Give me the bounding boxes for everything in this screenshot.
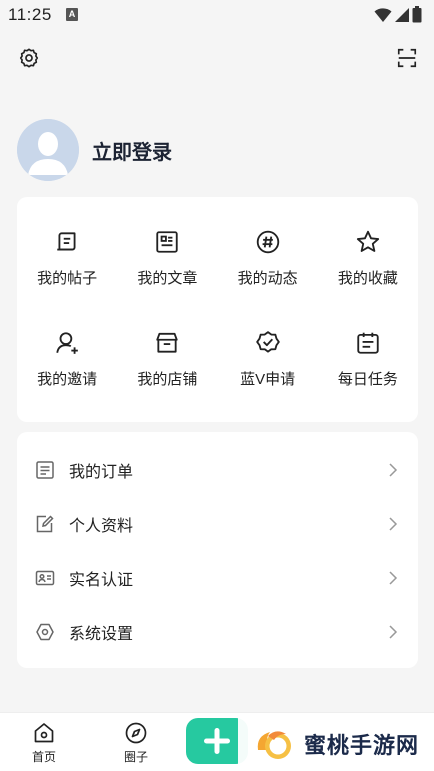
chevron-right-icon bbox=[389, 625, 398, 639]
chevron-right-icon bbox=[389, 571, 398, 585]
plus-icon bbox=[204, 728, 230, 754]
settings-gear-button[interactable] bbox=[16, 45, 42, 71]
nav-home-label: 首页 bbox=[32, 750, 57, 764]
peach-logo-icon bbox=[257, 730, 291, 759]
grid-label: 蓝V申请 bbox=[240, 371, 296, 388]
login-label[interactable]: 立即登录 bbox=[92, 136, 172, 165]
grid-item-my-posts[interactable]: 我的帖子 bbox=[17, 229, 117, 330]
wifi-icon bbox=[374, 7, 392, 22]
gear-icon bbox=[19, 48, 39, 68]
article-icon bbox=[156, 231, 179, 253]
scan-icon bbox=[397, 48, 417, 68]
post-icon bbox=[57, 232, 76, 251]
status-bar: 11:25 A bbox=[0, 0, 434, 30]
list-label: 个人资料 bbox=[69, 518, 134, 535]
star-icon bbox=[356, 230, 379, 252]
list-item-my-orders[interactable]: 我的订单 bbox=[17, 443, 418, 497]
hashtag-icon bbox=[256, 230, 279, 254]
watermark: 蜜桃手游网 bbox=[238, 716, 434, 771]
scan-button[interactable] bbox=[394, 45, 420, 71]
watermark-text: 蜜桃手游网 bbox=[304, 732, 420, 758]
login-profile[interactable]: 立即登录 bbox=[17, 118, 172, 182]
grid-label: 我的文章 bbox=[137, 270, 198, 287]
nav-circle[interactable]: 圈子 bbox=[124, 721, 148, 765]
grid-label: 我的收藏 bbox=[337, 270, 398, 287]
grid-item-blue-v-apply[interactable]: 蓝V申请 bbox=[218, 330, 318, 431]
grid-item-my-articles[interactable]: 我的文章 bbox=[117, 229, 217, 330]
order-list-icon bbox=[36, 461, 54, 479]
grid-item-my-store[interactable]: 我的店铺 bbox=[117, 330, 217, 431]
default-avatar-icon bbox=[17, 119, 79, 181]
grid-label: 我的店铺 bbox=[137, 371, 198, 388]
nav-home[interactable]: 首页 bbox=[32, 721, 56, 765]
settings-hex-icon bbox=[36, 623, 54, 641]
store-icon bbox=[156, 332, 179, 353]
menu-list-card: 我的订单 个人资料 实名认证 系统设置 bbox=[17, 432, 418, 668]
battery-icon bbox=[412, 6, 422, 23]
verified-badge-icon bbox=[255, 331, 280, 353]
id-card-icon bbox=[35, 570, 55, 586]
status-time: 11:25 bbox=[8, 5, 52, 24]
list-item-real-name-verify[interactable]: 实名认证 bbox=[17, 551, 418, 605]
list-item-profile[interactable]: 个人资料 bbox=[17, 497, 418, 551]
grid-item-my-feed[interactable]: 我的动态 bbox=[218, 229, 318, 330]
status-indicators bbox=[374, 6, 422, 23]
home-icon bbox=[34, 723, 54, 743]
list-item-system-settings[interactable]: 系统设置 bbox=[17, 605, 418, 659]
list-label: 实名认证 bbox=[69, 572, 134, 589]
notification-a-icon: A bbox=[66, 8, 78, 21]
features-grid-card: 我的帖子 我的文章 我的动态 我的收藏 我的邀请 我的店铺 蓝V申请 每日任务 bbox=[17, 197, 418, 422]
grid-label: 我的帖子 bbox=[37, 270, 98, 287]
grid-label: 我的动态 bbox=[237, 270, 298, 287]
grid-label: 每日任务 bbox=[337, 371, 398, 388]
avatar[interactable] bbox=[17, 119, 79, 181]
grid-item-my-favorites[interactable]: 我的收藏 bbox=[318, 229, 418, 330]
nav-circle-label: 圈子 bbox=[124, 750, 149, 764]
calendar-icon bbox=[357, 332, 379, 354]
list-label: 我的订单 bbox=[69, 464, 134, 481]
edit-profile-icon bbox=[36, 515, 54, 533]
compass-icon bbox=[125, 722, 147, 744]
chevron-right-icon bbox=[389, 463, 398, 477]
grid-item-my-invites[interactable]: 我的邀请 bbox=[17, 330, 117, 431]
list-label: 系统设置 bbox=[69, 626, 134, 643]
chevron-right-icon bbox=[389, 517, 398, 531]
grid-item-daily-tasks[interactable]: 每日任务 bbox=[318, 330, 418, 431]
invite-user-icon bbox=[56, 332, 78, 354]
grid-label: 我的邀请 bbox=[37, 371, 98, 388]
signal-icon bbox=[395, 7, 409, 22]
